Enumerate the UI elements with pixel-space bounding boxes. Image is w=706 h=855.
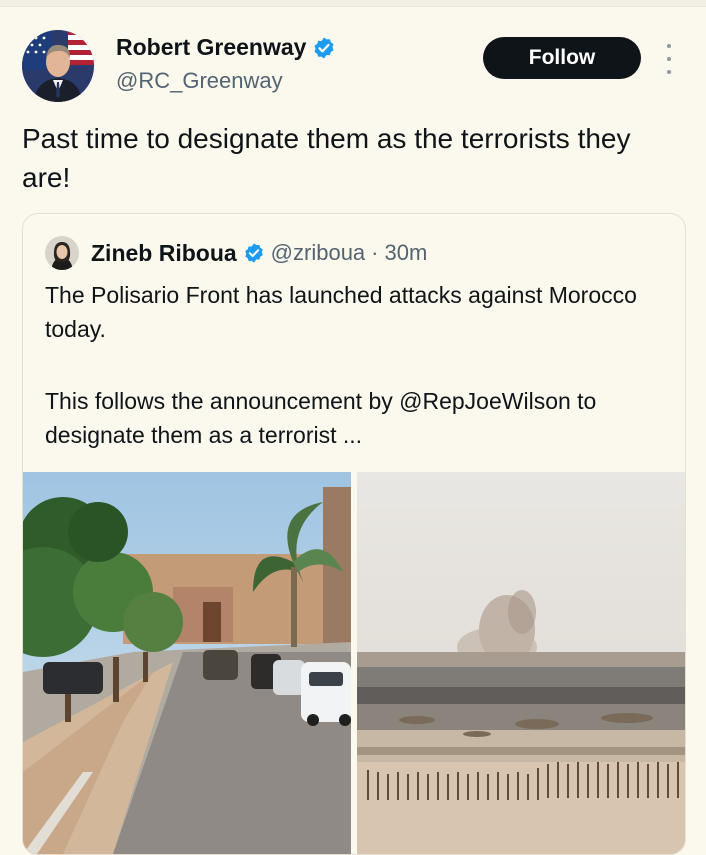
explosion-photo[interactable]	[357, 472, 685, 854]
media-grid	[23, 472, 685, 854]
separator-dot: ·	[371, 240, 379, 265]
author-avatar[interactable]	[22, 30, 94, 102]
quoted-author-name: Zineb Riboua	[91, 239, 237, 266]
quoted-author-avatar	[45, 236, 79, 270]
top-divider	[0, 0, 706, 7]
author-name-row: Robert Greenway	[116, 34, 336, 61]
street-photo[interactable]	[23, 472, 351, 854]
tweet-text: Past time to designate them as the terro…	[22, 123, 631, 193]
verified-badge-icon	[314, 37, 334, 58]
quoted-author-handle: @zriboua	[270, 240, 366, 265]
author-name[interactable]: Robert Greenway	[116, 34, 306, 61]
quoted-paragraph-1: The Polisario Front has launched attacks…	[45, 282, 637, 342]
verified-badge-icon	[244, 243, 263, 263]
quoted-tweet-header: Zineb Riboua @zriboua · 30m	[45, 236, 427, 270]
quoted-paragraph-2: This follows the announcement by @RepJoe…	[45, 388, 597, 448]
author-handle[interactable]: @RC_Greenway	[116, 68, 283, 94]
follow-button[interactable]: Follow	[483, 37, 641, 79]
more-options-icon[interactable]	[664, 44, 674, 74]
quoted-tweet[interactable]: Zineb Riboua @zriboua · 30m The Polisari…	[22, 213, 686, 855]
quoted-tweet-body: The Polisario Front has launched attacks…	[45, 278, 665, 452]
quoted-timestamp: 30m	[384, 240, 428, 265]
